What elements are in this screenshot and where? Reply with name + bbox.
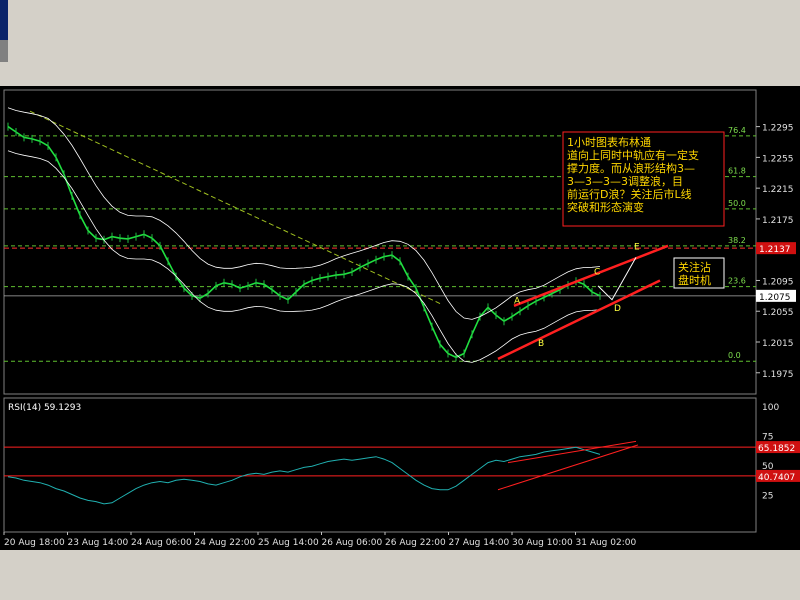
- time-tick-label: 25 Aug 14:00: [258, 538, 319, 548]
- time-tick-label: 23 Aug 14:00: [68, 538, 129, 548]
- bollinger-lower-band: [7, 150, 601, 363]
- wave-label: C: [594, 267, 600, 277]
- rsi-panel-frame: [3, 397, 757, 533]
- wave-label: B: [538, 339, 544, 349]
- rsi-level-label: 65.1852: [758, 444, 795, 454]
- channel-lower-line: [497, 279, 661, 361]
- time-tick-label: 20 Aug 18:00: [4, 538, 65, 548]
- price-tick-label: 1.2295: [762, 124, 794, 134]
- time-tick-label: 30 Aug 10:00: [512, 538, 573, 548]
- fib-level-label: 38.2: [728, 236, 746, 245]
- price-series-line: [7, 125, 601, 359]
- analysis-note-line: 突破和形态演变: [567, 200, 644, 214]
- time-tick-label: 26 Aug 22:00: [385, 538, 446, 548]
- rsi-tick-label: 100: [762, 403, 779, 413]
- fib-level-label: 61.8: [728, 167, 746, 176]
- analysis-note-line: 撑力度。而从浪形结构3—: [567, 161, 695, 175]
- toolbar-handle[interactable]: [0, 40, 8, 62]
- highlight-price-label: 1.2137: [759, 245, 791, 255]
- side-note-line: 关注沾: [678, 260, 711, 274]
- wave-projection-line: [597, 257, 637, 301]
- wave-label: A: [514, 297, 521, 307]
- time-tick-label: 24 Aug 22:00: [195, 538, 256, 548]
- price-tick-label: 1.2175: [762, 216, 794, 226]
- toolbar-strip: [0, 0, 800, 86]
- price-tick-label: 1.2215: [762, 185, 794, 195]
- price-tick-label: 1.2095: [762, 277, 794, 287]
- wave-label: E: [634, 243, 640, 253]
- rsi-title: RSI(14) 59.1293: [8, 403, 81, 413]
- time-tick-label: 26 Aug 06:00: [322, 538, 383, 548]
- time-tick-label: 24 Aug 06:00: [131, 538, 192, 548]
- price-tick-label: 1.2055: [762, 308, 794, 318]
- rsi-tick-label: 75: [762, 433, 773, 443]
- price-tick-label: 1.2015: [762, 339, 794, 349]
- fib-level-label: 23.6: [728, 277, 746, 286]
- status-area: [0, 550, 800, 600]
- window-frame-edge: [0, 0, 8, 40]
- time-tick-label: 27 Aug 14:00: [449, 538, 510, 548]
- price-tick-label: 1.1975: [762, 370, 794, 380]
- current-price-label: 1.2075: [759, 293, 791, 303]
- rsi-channel-lower: [497, 444, 639, 491]
- time-tick-label: 31 Aug 02:00: [576, 538, 637, 548]
- chart-canvas: 1.22951.22551.22151.21751.21351.20951.20…: [3, 89, 800, 548]
- rsi-level-label: 40.7407: [758, 473, 795, 483]
- downtrend-line: [29, 110, 441, 304]
- fib-level-label: 0.0: [728, 351, 741, 360]
- analysis-note-line: 1小时图表布林通: [567, 135, 651, 149]
- side-note-line: 盘时机: [678, 273, 711, 287]
- fib-level-label: 50.0: [728, 199, 746, 208]
- wave-label: D: [614, 304, 621, 314]
- chart-window[interactable]: 1.22951.22551.22151.21751.21351.20951.20…: [0, 86, 800, 550]
- analysis-note-line: 道向上同时中轨应有一定支: [567, 148, 699, 162]
- rsi-tick-label: 25: [762, 492, 773, 502]
- price-tick-label: 1.2255: [762, 154, 794, 164]
- channel-upper-line: [513, 244, 669, 308]
- analysis-note-line: 3—3—3—3调整浪，目: [567, 174, 683, 188]
- fib-level-label: 76.4: [728, 126, 746, 135]
- analysis-note-line: 前运行D浪？关注后市L线: [567, 187, 692, 201]
